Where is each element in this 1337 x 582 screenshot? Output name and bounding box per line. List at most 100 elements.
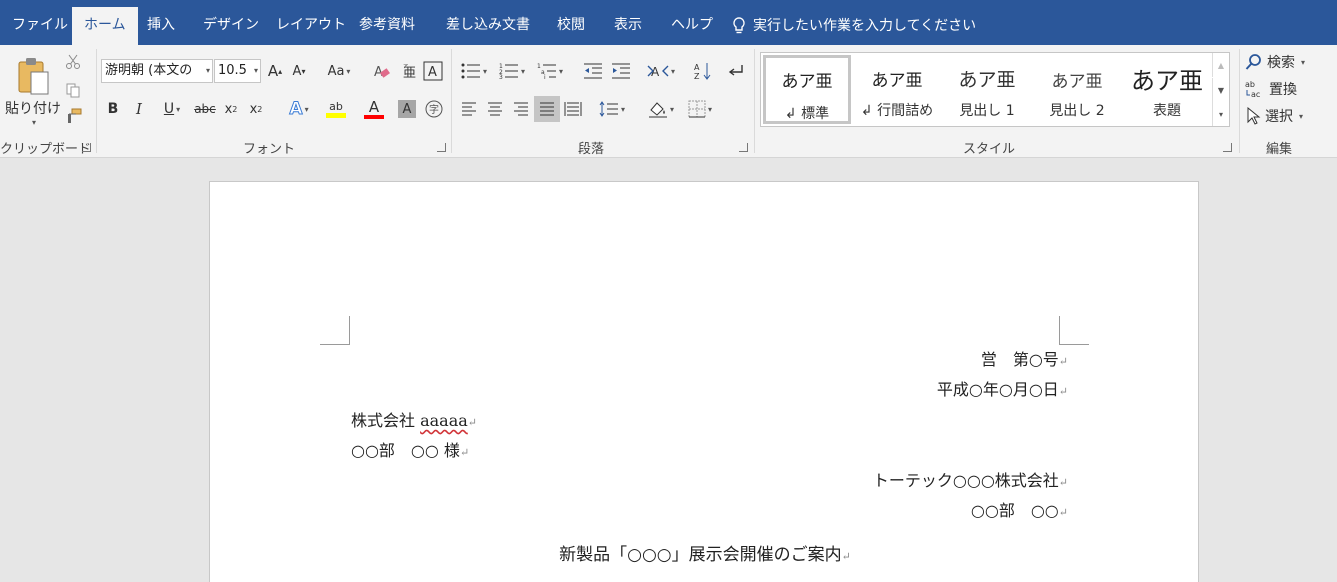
shading-icon[interactable]: ▾ [643, 98, 679, 120]
gallery-scroll-up-icon[interactable]: ▲ [1212, 53, 1229, 77]
tab-insert[interactable]: 挿入 [135, 7, 187, 45]
justify-icon[interactable] [534, 96, 560, 122]
highlight-color-icon[interactable]: ab [318, 96, 354, 122]
find-button[interactable]: 検索 ▾ [1245, 51, 1325, 73]
asian-layout-icon[interactable]: A ▾ [643, 59, 679, 83]
margin-mark [320, 316, 350, 345]
svg-text:A: A [428, 65, 437, 80]
copy-button[interactable] [62, 79, 84, 101]
tab-references[interactable]: 参考資料 [347, 7, 427, 45]
recipient-name: ○○部 ○○ 様↵ [351, 441, 470, 460]
sender-name: ○○部 ○○↵ [970, 501, 1068, 520]
enclose-characters-icon[interactable]: 字 [423, 98, 445, 120]
distributed-icon[interactable] [562, 98, 584, 120]
underline-icon[interactable]: U ▾ [155, 98, 189, 120]
group-divider [754, 49, 755, 153]
copy-icon [66, 83, 80, 98]
multilevel-list-icon[interactable]: 1 a i ▾ [532, 59, 568, 83]
style-heading-1[interactable]: あア亜 見出し 1 [943, 55, 1031, 124]
phonetic-guide-icon[interactable]: 亜ア [397, 59, 419, 83]
paste-button[interactable]: 貼り付け ▾ [4, 51, 62, 131]
styles-launcher-icon[interactable] [1223, 143, 1232, 152]
superscript-icon[interactable]: x2 [246, 98, 266, 120]
clear-formatting-icon[interactable]: A [370, 59, 394, 83]
cursor-arrow-icon [1247, 107, 1261, 125]
replace-label: 置換 [1269, 82, 1297, 98]
font-size-value: 10.5 [218, 63, 247, 78]
borders-icon[interactable]: ▾ [682, 98, 718, 120]
clipboard-paste-icon [18, 57, 49, 94]
subscript-icon[interactable]: x2 [221, 98, 241, 120]
format-painter-icon [68, 108, 82, 123]
find-label: 検索 [1267, 55, 1295, 71]
style-no-spacing[interactable]: あア亜 ↲ 行間詰め [853, 55, 941, 124]
style-preview: あア亜 [781, 72, 833, 92]
group-divider [96, 49, 97, 153]
decrease-indent-icon[interactable] [580, 59, 606, 83]
font-color-icon[interactable]: A [356, 96, 392, 122]
ribbon-tab-bar: ファイル ホーム 挿入 デザイン レイアウト 参考資料 差し込み文書 校閲 表示… [0, 0, 1337, 45]
tell-me-box[interactable]: 実行したい作業を入力してください [731, 7, 976, 45]
tab-layout[interactable]: レイアウト [264, 7, 358, 45]
tab-view[interactable]: 表示 [602, 7, 654, 45]
replace-button[interactable]: ab ac 置換 [1245, 78, 1325, 100]
align-center-icon[interactable] [484, 98, 506, 120]
svg-text:Z: Z [694, 72, 700, 80]
gallery-scroll-down-icon[interactable]: ▼ [1212, 78, 1229, 102]
misspelled-word[interactable]: aaaaa [420, 411, 468, 430]
style-heading-2[interactable]: あア亜 見出し 2 [1033, 55, 1121, 124]
gallery-more-icon[interactable]: ▾ [1212, 102, 1229, 126]
style-name: ↲ 標準 [784, 106, 830, 122]
group-divider [451, 49, 452, 153]
font-size-combo[interactable]: 10.5 ▾ [214, 59, 261, 83]
style-normal[interactable]: あア亜 ↲ 標準 [763, 55, 851, 124]
tab-design[interactable]: デザイン [191, 7, 271, 45]
group-divider [1239, 49, 1240, 153]
document-page[interactable]: 営 第○号↵ 平成○年○月○日↵ 株式会社 aaaaa↵ ○○部 ○○ 様↵ ト… [209, 181, 1199, 582]
text-effects-icon[interactable]: A ▾ [282, 98, 316, 120]
style-preview: あア亜 [871, 71, 923, 91]
editing-group-label: 編集 [1266, 142, 1293, 157]
character-shading-icon[interactable]: A [396, 98, 418, 120]
format-painter-button[interactable] [62, 105, 84, 127]
margin-mark [1059, 316, 1089, 345]
grow-font-icon[interactable]: A ▴ [264, 59, 286, 83]
font-launcher-icon[interactable] [437, 143, 446, 152]
align-right-icon[interactable] [510, 98, 532, 120]
numbering-icon[interactable]: 1 2 3 ▾ [494, 59, 530, 83]
shrink-font-icon[interactable]: A ▾ [288, 59, 310, 83]
tab-review[interactable]: 校閲 [545, 7, 597, 45]
increase-indent-icon[interactable] [608, 59, 634, 83]
select-button[interactable]: 選択 ▾ [1245, 105, 1329, 127]
change-case-button[interactable]: Aa ▾ [320, 59, 358, 83]
show-formatting-marks-icon[interactable] [724, 59, 748, 83]
paragraph-launcher-icon[interactable] [739, 143, 748, 152]
strikethrough-icon[interactable]: abc [193, 98, 217, 120]
scissors-icon [66, 54, 80, 69]
line-spacing-icon[interactable]: ▾ [594, 98, 630, 120]
bullets-icon[interactable]: ▾ [456, 59, 492, 83]
italic-icon[interactable]: I [129, 98, 149, 120]
svg-text:ab: ab [1245, 80, 1255, 89]
search-icon [1245, 54, 1261, 70]
document-date: 平成○年○月○日↵ [936, 380, 1068, 399]
select-label: 選択 [1265, 109, 1293, 125]
font-name-combo[interactable]: 游明朝 (本文の ▾ [101, 59, 213, 83]
tab-home[interactable]: ホーム [72, 7, 138, 45]
sort-icon[interactable]: AZ [690, 59, 716, 83]
style-title[interactable]: あア亜 表題 [1123, 55, 1211, 124]
paste-label: 貼り付け [5, 100, 61, 117]
tab-help[interactable]: ヘルプ [659, 7, 725, 45]
change-case-label: Aa [327, 63, 345, 79]
style-name: 見出し 1 [959, 103, 1015, 119]
bold-icon[interactable]: B [103, 98, 123, 120]
clipboard-launcher-icon[interactable] [82, 143, 91, 152]
styles-group-label: スタイル [963, 142, 1016, 157]
align-left-icon[interactable] [458, 98, 480, 120]
cut-button[interactable] [62, 51, 84, 73]
tab-mailings[interactable]: 差し込み文書 [434, 7, 542, 45]
svg-text:字: 字 [429, 103, 439, 116]
tab-file[interactable]: ファイル [0, 7, 80, 45]
svg-text:ac: ac [1251, 90, 1260, 99]
character-border-icon[interactable]: A [422, 59, 444, 83]
